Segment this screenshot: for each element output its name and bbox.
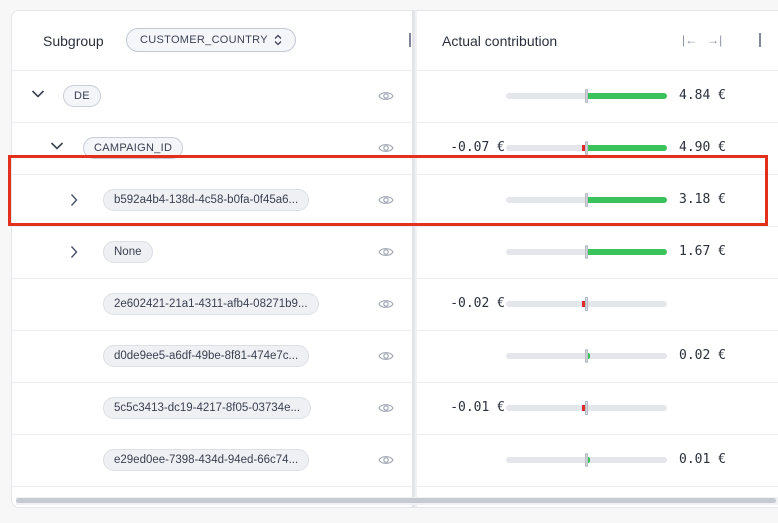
- eye-icon: [378, 196, 394, 204]
- contribution-label: Actual contribution: [442, 33, 558, 49]
- chevron-down-icon: [50, 142, 64, 150]
- negative-value: -0.07 €: [450, 140, 505, 155]
- table-row[interactable]: d0de9ee5-a6df-49be-8f81-474e7c...: [12, 331, 412, 383]
- dimension-pill[interactable]: DE: [63, 85, 101, 107]
- table-row[interactable]: CAMPAIGN_ID: [12, 123, 412, 175]
- eye-icon: [378, 300, 394, 308]
- value-pill[interactable]: None: [103, 241, 153, 263]
- dimension-pill[interactable]: CAMPAIGN_ID: [83, 137, 184, 159]
- contribution-bar-track: [506, 453, 667, 467]
- expand-toggle[interactable]: [70, 193, 78, 207]
- visibility-toggle[interactable]: [378, 245, 394, 257]
- zero-marker: [585, 297, 588, 311]
- expand-toggle[interactable]: [31, 89, 45, 103]
- table-row[interactable]: DE: [12, 71, 412, 123]
- contribution-bar-track: [506, 193, 667, 207]
- column-resize-handle[interactable]: [409, 33, 411, 47]
- contribution-column: Actual contribution |← →| 4.84 € -0.07 € 4…: [417, 11, 778, 507]
- contribution-row: -0.07 € 4.90 €: [417, 123, 778, 175]
- visibility-toggle[interactable]: [378, 401, 394, 413]
- contribution-row: -0.01 €: [417, 383, 778, 435]
- zero-marker: [585, 453, 588, 467]
- contribution-bar-track: [506, 245, 667, 259]
- value-pill[interactable]: e29ed0ee-7398-434d-94ed-66c74...: [103, 449, 310, 471]
- eye-icon: [378, 352, 394, 360]
- positive-value: 4.90 €: [679, 140, 726, 155]
- contribution-bar-track: [506, 141, 667, 155]
- subgroup-header: Subgroup CUSTOMER_COUNTRY: [12, 11, 412, 71]
- table-row[interactable]: b592a4b4-138d-4c58-b0fa-0f45a6...: [12, 175, 412, 227]
- value-pill[interactable]: 2e602421-21a1-4311-afb4-08271b9...: [103, 293, 319, 315]
- table-panel: Subgroup CUSTOMER_COUNTRY DE CAMPAIGN_IDb…: [11, 10, 778, 508]
- positive-bar: [588, 145, 667, 151]
- column-resize-handle[interactable]: [759, 33, 761, 47]
- contribution-row: -0.02 €: [417, 279, 778, 331]
- contribution-bar-track: [506, 297, 667, 311]
- eye-icon: [378, 456, 394, 464]
- table-row[interactable]: 5c5c3413-dc19-4217-8f05-03734e...: [12, 383, 412, 435]
- positive-bar: [588, 93, 667, 99]
- zero-marker: [585, 193, 588, 207]
- sort-updown-icon: [274, 34, 282, 46]
- visibility-toggle[interactable]: [378, 349, 394, 361]
- horizontal-scrollbar[interactable]: [16, 497, 778, 505]
- positive-value: 0.02 €: [679, 348, 726, 363]
- column-splitter[interactable]: [412, 11, 417, 507]
- value-pill[interactable]: b592a4b4-138d-4c58-b0fa-0f45a6...: [103, 189, 310, 211]
- negative-value: -0.01 €: [450, 400, 505, 415]
- positive-value: 4.84 €: [679, 88, 726, 103]
- contribution-row: 3.18 €: [417, 175, 778, 227]
- visibility-toggle[interactable]: [378, 89, 394, 101]
- visibility-toggle[interactable]: [378, 453, 394, 465]
- positive-bar: [588, 197, 667, 203]
- collapse-left-icon[interactable]: |←: [682, 33, 697, 47]
- contribution-row: 4.84 €: [417, 71, 778, 123]
- value-pill[interactable]: d0de9ee5-a6df-49be-8f81-474e7c...: [103, 345, 310, 367]
- positive-value: 0.01 €: [679, 452, 726, 467]
- table-row[interactable]: 2e602421-21a1-4311-afb4-08271b9...: [12, 279, 412, 331]
- positive-value: 1.67 €: [679, 244, 726, 259]
- dimension-selector-label: CUSTOMER_COUNTRY: [140, 34, 268, 46]
- contribution-bar-track: [506, 349, 667, 363]
- zero-marker: [585, 349, 588, 363]
- contribution-bar-track: [506, 89, 667, 103]
- contribution-row: 1.67 €: [417, 227, 778, 279]
- eye-icon: [378, 404, 394, 412]
- table-row[interactable]: None: [12, 227, 412, 279]
- contribution-row: 0.01 €: [417, 435, 778, 487]
- positive-value: 3.18 €: [679, 192, 726, 207]
- eye-icon: [378, 248, 394, 256]
- zero-marker: [585, 401, 588, 415]
- collapse-controls: |← →|: [682, 33, 722, 47]
- value-pill[interactable]: 5c5c3413-dc19-4217-8f05-03734e...: [103, 397, 312, 419]
- visibility-toggle[interactable]: [378, 297, 394, 309]
- contribution-header: Actual contribution |← →|: [417, 11, 778, 71]
- positive-bar: [588, 353, 590, 359]
- chevron-right-icon: [70, 246, 78, 258]
- eye-icon: [378, 92, 394, 100]
- chevron-down-icon: [31, 90, 45, 98]
- negative-value: -0.02 €: [450, 296, 505, 311]
- positive-bar: [588, 249, 667, 255]
- collapse-right-icon[interactable]: →|: [707, 33, 722, 47]
- dimension-selector[interactable]: CUSTOMER_COUNTRY: [126, 28, 296, 52]
- expand-toggle[interactable]: [70, 245, 78, 259]
- subgroup-column: Subgroup CUSTOMER_COUNTRY DE CAMPAIGN_IDb…: [12, 11, 412, 507]
- visibility-toggle[interactable]: [378, 193, 394, 205]
- subgroup-label: Subgroup: [43, 33, 104, 49]
- zero-marker: [585, 245, 588, 259]
- eye-icon: [378, 144, 394, 152]
- positive-bar: [588, 457, 590, 463]
- chevron-right-icon: [70, 194, 78, 206]
- contribution-row: 0.02 €: [417, 331, 778, 383]
- table-row[interactable]: e29ed0ee-7398-434d-94ed-66c74...: [12, 435, 412, 487]
- expand-toggle[interactable]: [50, 141, 64, 155]
- contribution-bar-track: [506, 401, 667, 415]
- visibility-toggle[interactable]: [378, 141, 394, 153]
- zero-marker: [585, 89, 588, 103]
- zero-marker: [585, 141, 588, 155]
- scrollbar-thumb[interactable]: [16, 498, 776, 503]
